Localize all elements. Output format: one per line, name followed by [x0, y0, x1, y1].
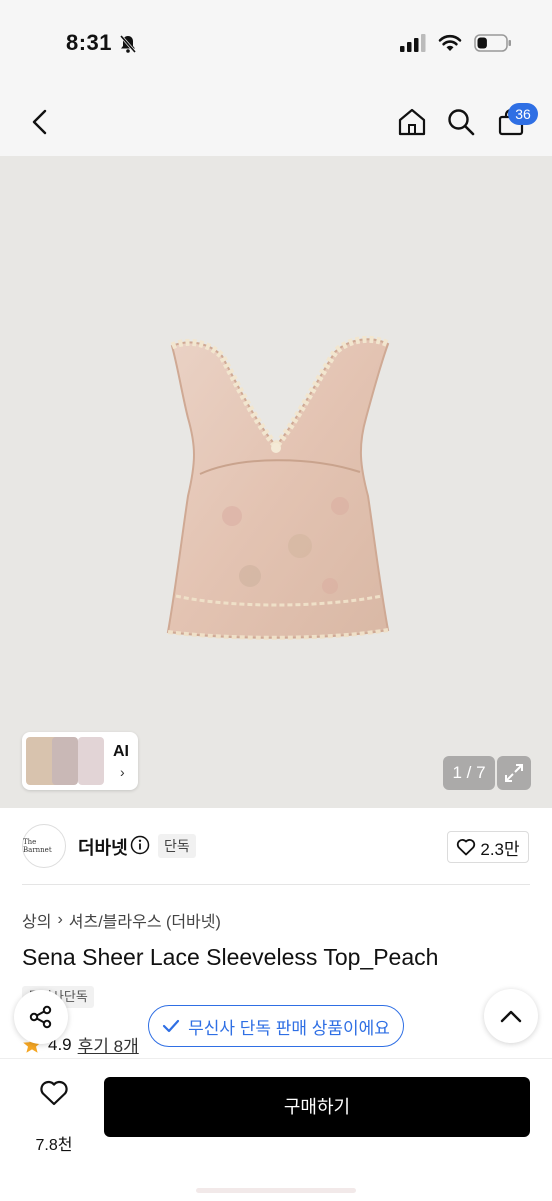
brand-name[interactable]: 더바넷 — [78, 834, 128, 860]
wifi-icon — [438, 34, 462, 51]
exclusive-sale-banner: 무신사 단독 판매 상품이에요 — [148, 1005, 404, 1047]
exclusive-tag: 단독 — [158, 834, 196, 858]
brand-like-count: 2.3만 — [480, 839, 520, 859]
thumbnail-image — [78, 737, 104, 785]
heart-icon — [40, 1080, 68, 1106]
wishlist-button[interactable]: 7.8천 — [24, 1079, 84, 1154]
check-icon — [162, 1019, 180, 1033]
share-button[interactable] — [14, 990, 68, 1044]
buy-button[interactable]: 구매하기 — [104, 1077, 530, 1137]
wishlist-count: 7.8천 — [35, 1137, 73, 1154]
home-button[interactable] — [394, 104, 430, 140]
share-icon — [29, 1005, 52, 1029]
ai-label: AI — [113, 743, 129, 760]
status-indicators — [400, 34, 512, 52]
chevron-right-icon: › — [120, 764, 125, 780]
exclusive-banner-text: 무신사 단독 판매 상품이에요 — [188, 1018, 390, 1038]
product-title: Sena Sheer Lace Sleeveless Top_Peach — [22, 944, 439, 970]
back-button[interactable] — [22, 104, 58, 140]
bottom-purchase-bar: 7.8천 구매하기 — [0, 1058, 552, 1201]
heart-icon — [457, 839, 476, 856]
status-time: 8:31 — [66, 30, 113, 55]
home-indicator — [196, 1188, 356, 1193]
brand-like-button[interactable]: 2.3만 — [447, 831, 529, 863]
chevron-left-icon — [32, 109, 47, 135]
cart-count-badge: 36 — [508, 103, 538, 125]
chevron-up-icon — [500, 1010, 522, 1023]
chevron-right-icon: › — [57, 911, 63, 928]
search-icon — [448, 109, 475, 136]
battery-icon — [474, 34, 511, 52]
nav-bar — [0, 88, 552, 156]
brand-logo[interactable]: The Barnnet — [22, 824, 66, 868]
breadcrumb-item[interactable]: 셔츠/블라우스 (더바넷) — [69, 908, 221, 932]
product-image-gallery[interactable]: AI › 1 / 7 — [0, 156, 552, 808]
product-image — [166, 335, 390, 640]
expand-icon — [505, 764, 523, 782]
home-icon — [398, 108, 426, 136]
bell-off-icon — [119, 35, 137, 53]
breadcrumb: 상의 › 셔츠/블라우스 (더바넷) — [22, 908, 221, 932]
status-bar: 8:31 — [0, 0, 552, 88]
divider — [22, 884, 530, 885]
ai-styling-thumbnails[interactable]: AI › — [22, 732, 138, 790]
expand-button[interactable] — [497, 756, 531, 790]
info-icon[interactable] — [130, 835, 150, 855]
thumbnail-image — [52, 737, 78, 785]
cellular-signal-icon — [400, 34, 426, 52]
image-counter: 1 / 7 — [443, 756, 495, 790]
breadcrumb-item[interactable]: 상의 — [22, 908, 51, 932]
brand-row: The Barnnet 더바넷 단독 2.3만 — [0, 824, 552, 870]
scroll-to-top-button[interactable] — [484, 989, 538, 1043]
review-link[interactable]: 후기 8개 — [78, 1032, 139, 1057]
search-button[interactable] — [443, 104, 479, 140]
